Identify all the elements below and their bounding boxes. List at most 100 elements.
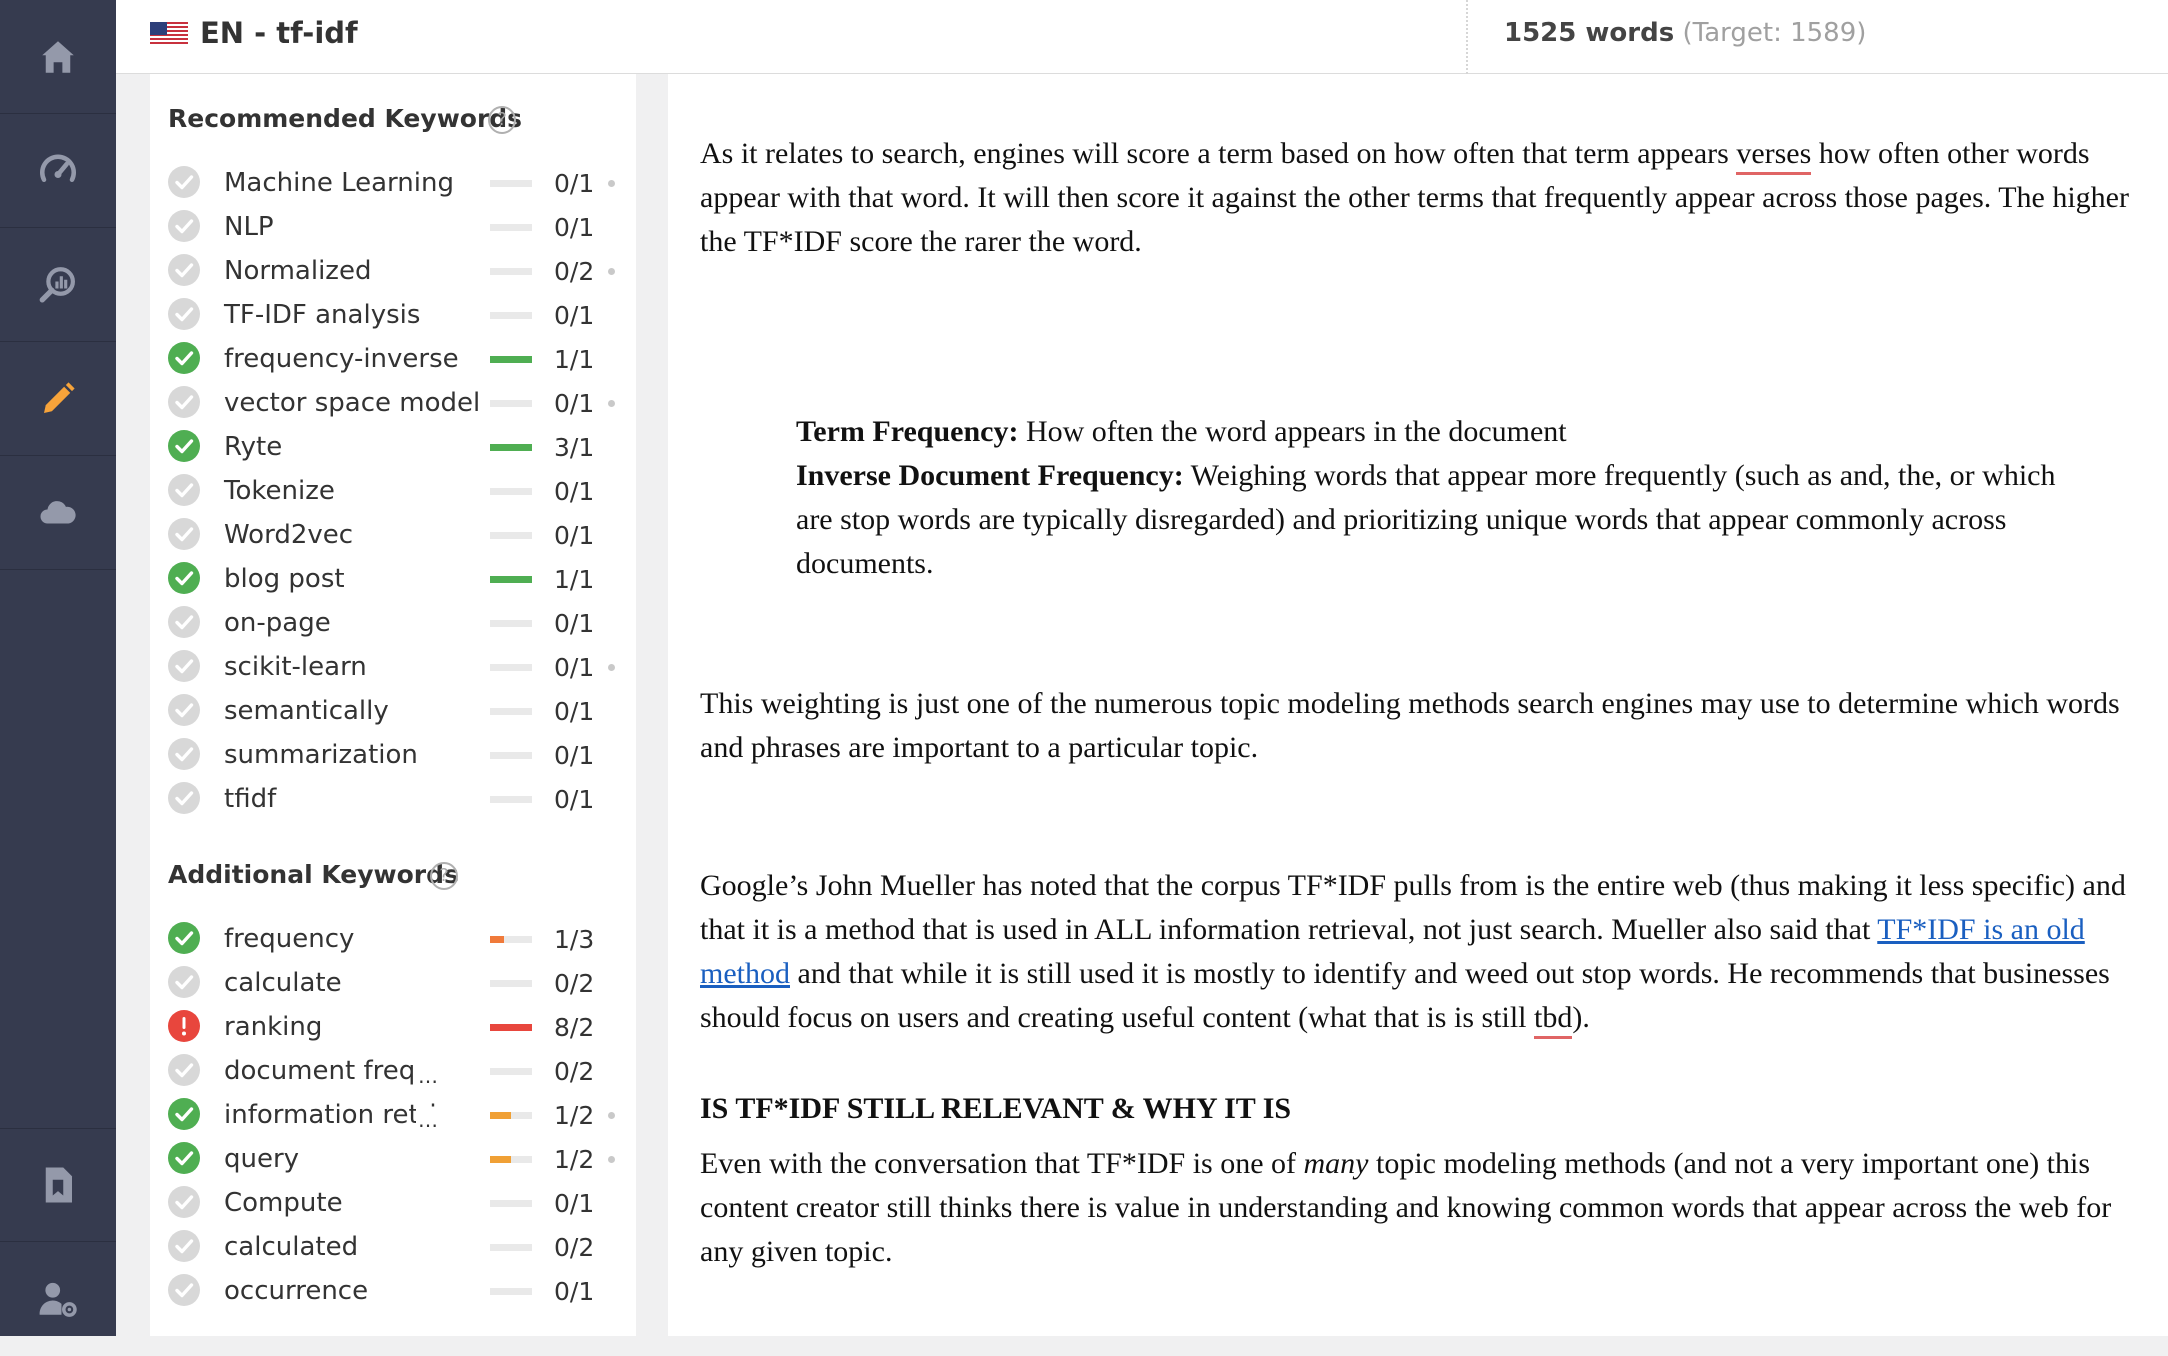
keyword-row[interactable]: NLP 0/1 (168, 204, 628, 248)
keyword-count: 0/1 (554, 521, 595, 550)
keyword-label: ranking (224, 1012, 323, 1042)
unchecked-icon (168, 298, 200, 330)
keyword-progress-bar (490, 400, 532, 407)
unchecked-icon (168, 254, 200, 286)
keyword-row[interactable]: on-page 0/1 (168, 600, 628, 644)
section-heading[interactable]: IS TF*IDF STILL RELEVANT & WHY IT IS (700, 1092, 1291, 1126)
keyword-label: summarization (224, 740, 418, 770)
keyword-label: query (224, 1144, 300, 1174)
nav-account[interactable] (0, 1242, 116, 1356)
unchecked-icon (168, 1230, 200, 1262)
keyword-progress-bar (490, 532, 532, 539)
keyword-label: semantically (224, 696, 389, 726)
keyword-row[interactable]: Tokenize 0/1 (168, 468, 628, 512)
keyword-count: 0/1 (554, 213, 595, 242)
keyword-row[interactable]: semantically 0/1 (168, 688, 628, 732)
topbar-divider (1466, 0, 1468, 74)
keyword-row[interactable]: Normalized 0/2 (168, 248, 628, 292)
nav-editor[interactable] (0, 342, 116, 456)
keyword-label: calculated (224, 1232, 359, 1262)
keyword-progress-fill (490, 444, 532, 451)
paragraph-3[interactable]: Google’s John Mueller has noted that the… (700, 864, 2145, 1040)
keyword-count: 0/1 (554, 301, 595, 330)
keyword-progress-fill (490, 936, 504, 943)
keyword-row[interactable]: TF-IDF analysis 0/1 (168, 292, 628, 336)
keyword-count: 0/1 (554, 609, 595, 638)
nav-document[interactable] (0, 1128, 116, 1242)
keyword-row[interactable]: document frequency 0/2 (168, 1048, 628, 1092)
keyword-row[interactable]: calculate 0/2 (168, 960, 628, 1004)
document-title[interactable]: EN - tf-idf (200, 16, 358, 50)
keyword-progress-bar (490, 1112, 532, 1119)
keyword-row[interactable]: occurrence 0/1 (168, 1268, 628, 1312)
nav-cloud[interactable] (0, 456, 116, 570)
keyword-row[interactable]: Word2vec 0/1 (168, 512, 628, 556)
keyword-row[interactable]: Machine Learning 0/1 (168, 160, 628, 204)
keyword-progress-bar (490, 708, 532, 715)
nav-dashboard[interactable] (0, 114, 116, 228)
keyword-label: information retrieval (224, 1100, 438, 1130)
keyword-row[interactable]: tfidf 0/1 (168, 776, 628, 820)
keyword-progress-bar (490, 224, 532, 231)
paragraph-4[interactable]: Even with the conversation that TF*IDF i… (700, 1142, 2150, 1274)
additional-help-icon[interactable]: ? (430, 862, 458, 890)
unchecked-icon (168, 966, 200, 998)
check-icon (168, 342, 200, 374)
nav-home[interactable] (0, 0, 116, 114)
spelling-flag[interactable]: verses (1736, 137, 1812, 175)
keyword-count: 0/1 (554, 389, 595, 418)
keyword-count: 0/1 (554, 653, 595, 682)
keyword-count: 3/1 (554, 433, 595, 462)
paragraph-2[interactable]: This weighting is just one of the numero… (700, 682, 2150, 770)
keyword-label: Ryte (224, 432, 283, 462)
keyword-row[interactable]: Ryte 3/1 (168, 424, 628, 468)
unchecked-icon (168, 694, 200, 726)
keyword-label: frequency (224, 924, 355, 954)
keyword-row[interactable]: query 1/2 (168, 1136, 628, 1180)
keyword-row[interactable]: blog post 1/1 (168, 556, 628, 600)
paragraph-3-text-b: and that while it is still used it is mo… (700, 957, 2110, 1034)
keyword-count: 0/2 (554, 1057, 595, 1086)
keyword-indicator-dot (608, 180, 615, 187)
keyword-label: Compute (224, 1188, 343, 1218)
spelling-flag-tbd[interactable]: tbd (1534, 1001, 1573, 1039)
keyword-progress-bar (490, 1244, 532, 1251)
definition-tf: Term Frequency: How often the word appea… (796, 410, 2096, 454)
keyword-row[interactable]: frequency 1/3 (168, 916, 628, 960)
keyword-row[interactable]: calculated 0/2 (168, 1224, 628, 1268)
keyword-label: TF-IDF analysis (224, 300, 421, 330)
keyword-count: 0/1 (554, 785, 595, 814)
nav-analysis[interactable] (0, 228, 116, 342)
keyword-label: Tokenize (224, 476, 335, 506)
content-editor[interactable]: As it relates to search, engines will sc… (668, 74, 2168, 1336)
definition-idf: Inverse Document Frequency: Weighing wor… (796, 454, 2096, 586)
check-icon (168, 562, 200, 594)
paragraph-1[interactable]: As it relates to search, engines will sc… (700, 132, 2140, 264)
keyword-progress-bar (490, 488, 532, 495)
keyword-progress-bar (490, 936, 532, 943)
definitions-block[interactable]: Term Frequency: How often the word appea… (796, 410, 2096, 586)
unchecked-icon (168, 474, 200, 506)
keyword-indicator-dot (608, 1156, 615, 1163)
us-flag-icon (150, 22, 188, 46)
cloud-icon (40, 500, 76, 523)
keyword-count: 0/2 (554, 257, 595, 286)
keyword-row[interactable]: scikit-learn 0/1 (168, 644, 628, 688)
keyword-label: Machine Learning (224, 168, 454, 198)
keyword-count: 0/1 (554, 1277, 595, 1306)
keyword-row[interactable]: summarization 0/1 (168, 732, 628, 776)
keyword-row[interactable]: frequency-inverse 1/1 (168, 336, 628, 380)
keyword-progress-bar (490, 664, 532, 671)
keyword-row[interactable]: Compute 0/1 (168, 1180, 628, 1224)
keyword-progress-fill (490, 356, 532, 363)
keyword-count: 0/1 (554, 477, 595, 506)
unchecked-icon (168, 738, 200, 770)
unchecked-icon (168, 210, 200, 242)
keyword-progress-bar (490, 180, 532, 187)
keyword-row[interactable]: vector space model 0/1 (168, 380, 628, 424)
keyword-label: on-page (224, 608, 331, 638)
keyword-row[interactable]: ranking 8/2 (168, 1004, 628, 1048)
check-icon (168, 1098, 200, 1130)
recommended-help-icon[interactable]: ? (488, 106, 516, 134)
keyword-row[interactable]: information retrieval 1/2 (168, 1092, 628, 1136)
